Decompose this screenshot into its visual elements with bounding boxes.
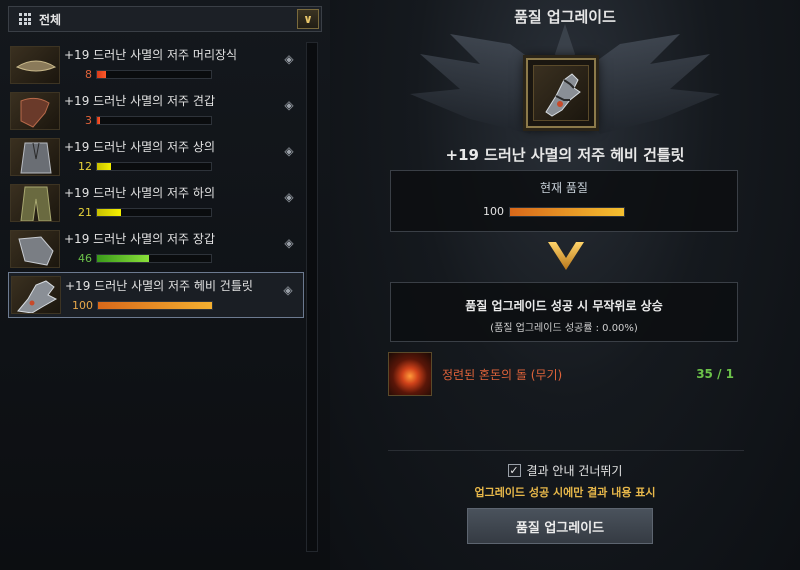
gem-icon: ◈ — [284, 52, 294, 66]
equipment-list-item[interactable]: +19 드러난 사멸의 저주 장갑 46 ◈ — [8, 226, 304, 272]
equipment-list-item[interactable]: +19 드러난 사멸의 저주 하의 21 ◈ — [8, 180, 304, 226]
chevron-down-icon[interactable]: ∨ — [297, 9, 319, 29]
item-quality-fill — [98, 302, 212, 309]
item-thumbnail — [11, 276, 61, 314]
grid-icon — [19, 13, 31, 25]
item-quality-bar — [97, 301, 213, 310]
gem-icon: ◈ — [284, 236, 294, 250]
item-thumbnail — [10, 138, 60, 176]
item-quality-bar — [96, 162, 212, 171]
gem-icon: ◈ — [284, 98, 294, 112]
gauntlet-icon — [533, 65, 589, 121]
item-quality-fill — [97, 117, 101, 124]
item-quality-value: 8 — [85, 68, 92, 81]
skip-result-checkbox[interactable]: ✓ — [507, 464, 521, 477]
equipment-list-item[interactable]: +19 드러난 사멸의 저주 머리장식 8 ◈ — [8, 42, 304, 88]
equipment-list: +19 드러난 사멸의 저주 머리장식 8 ◈ +19 드러난 사멸의 저주 견갑 3 ◈… — [8, 42, 304, 318]
current-quality-fill — [510, 207, 624, 216]
item-name: +19 드러난 사멸의 저주 견갑 — [64, 94, 215, 108]
item-name: +19 드러난 사멸의 저주 하의 — [64, 186, 215, 200]
list-scrollbar[interactable] — [306, 42, 318, 552]
item-quality-fill — [97, 163, 111, 170]
gem-icon: ◈ — [284, 144, 294, 158]
item-name: +19 드러난 사멸의 저주 상의 — [64, 140, 215, 154]
current-quality-bar — [509, 206, 625, 217]
upgrade-info-box: 품질 업그레이드 성공 시 무작위로 상승 (품질 업그레이드 성공률 : 0.… — [390, 282, 738, 342]
item-quality-value: 21 — [78, 206, 92, 219]
gem-icon: ◈ — [284, 190, 294, 204]
item-quality-value: 3 — [85, 114, 92, 127]
divider — [388, 450, 744, 451]
upgrade-info-line1: 품질 업그레이드 성공 시 무작위로 상승 — [465, 299, 663, 313]
item-thumbnail — [10, 184, 60, 222]
item-quality-bar — [96, 254, 212, 263]
skip-result-note: 업그레이드 성공 시에만 결과 내용 표시 — [474, 486, 656, 499]
item-quality-bar — [96, 208, 212, 217]
quality-upgrade-button[interactable]: 품질 업그레이드 — [467, 508, 653, 544]
item-name: +19 드러난 사멸의 저주 장갑 — [64, 232, 215, 246]
item-quality-bar — [96, 70, 212, 79]
equipment-list-item[interactable]: +19 드러난 사멸의 저주 상의 12 ◈ — [8, 134, 304, 180]
upgrade-panel: 품질 업그레이드 +19 드러난 사멸의 저주 헤비 건틀릿 현재 품질 100 — [330, 0, 800, 570]
equipment-list-item[interactable]: +19 드러난 사멸의 저주 견갑 3 ◈ — [8, 88, 304, 134]
skip-result-label: 결과 안내 건너뛰기 — [526, 464, 623, 478]
item-name: +19 드러난 사멸의 저주 헤비 건틀릿 — [65, 279, 253, 293]
skip-result-row[interactable]: ✓ 결과 안내 건너뛰기 — [330, 462, 800, 479]
material-count: 35 / 1 — [696, 367, 734, 381]
current-quality-value: 100 — [483, 205, 504, 218]
item-name: +19 드러난 사멸의 저주 머리장식 — [64, 48, 238, 62]
equipment-list-item[interactable]: +19 드러난 사멸의 저주 헤비 건틀릿 100 ◈ — [8, 272, 304, 318]
item-quality-value: 12 — [78, 160, 92, 173]
filter-label: 전체 — [39, 12, 62, 27]
upgrade-success-rate: (품질 업그레이드 성공률 : 0.00%) — [490, 323, 638, 334]
item-thumbnail — [10, 46, 60, 84]
material-row: 정련된 혼돈의 돌 (무기) 35 / 1 — [388, 350, 744, 398]
item-list-panel: 전체 ∨ +19 드러난 사멸의 저주 머리장식 8 ◈ +19 드러난 사멸의 저주… — [0, 0, 330, 570]
item-quality-bar — [96, 116, 212, 125]
material-name: 정련된 혼돈의 돌 (무기) — [442, 367, 563, 382]
chaos-stone-icon — [388, 352, 432, 396]
current-quality-box: 현재 품질 100 — [390, 170, 738, 232]
item-quality-fill — [97, 209, 121, 216]
item-slot — [526, 58, 596, 128]
item-quality-fill — [97, 255, 150, 262]
checkmark-icon: ✓ — [509, 464, 519, 477]
current-quality-label: 현재 품질 — [540, 181, 588, 195]
item-thumbnail — [10, 92, 60, 130]
chevron-down-arrow-icon — [548, 242, 584, 270]
item-quality-fill — [97, 71, 107, 78]
item-quality-value: 100 — [72, 299, 93, 312]
item-quality-value: 46 — [78, 252, 92, 265]
selected-item-title: +19 드러난 사멸의 저주 헤비 건틀릿 — [445, 146, 685, 164]
gem-icon: ◈ — [283, 283, 293, 297]
category-filter[interactable]: 전체 ∨ — [8, 6, 322, 32]
item-thumbnail — [10, 230, 60, 268]
